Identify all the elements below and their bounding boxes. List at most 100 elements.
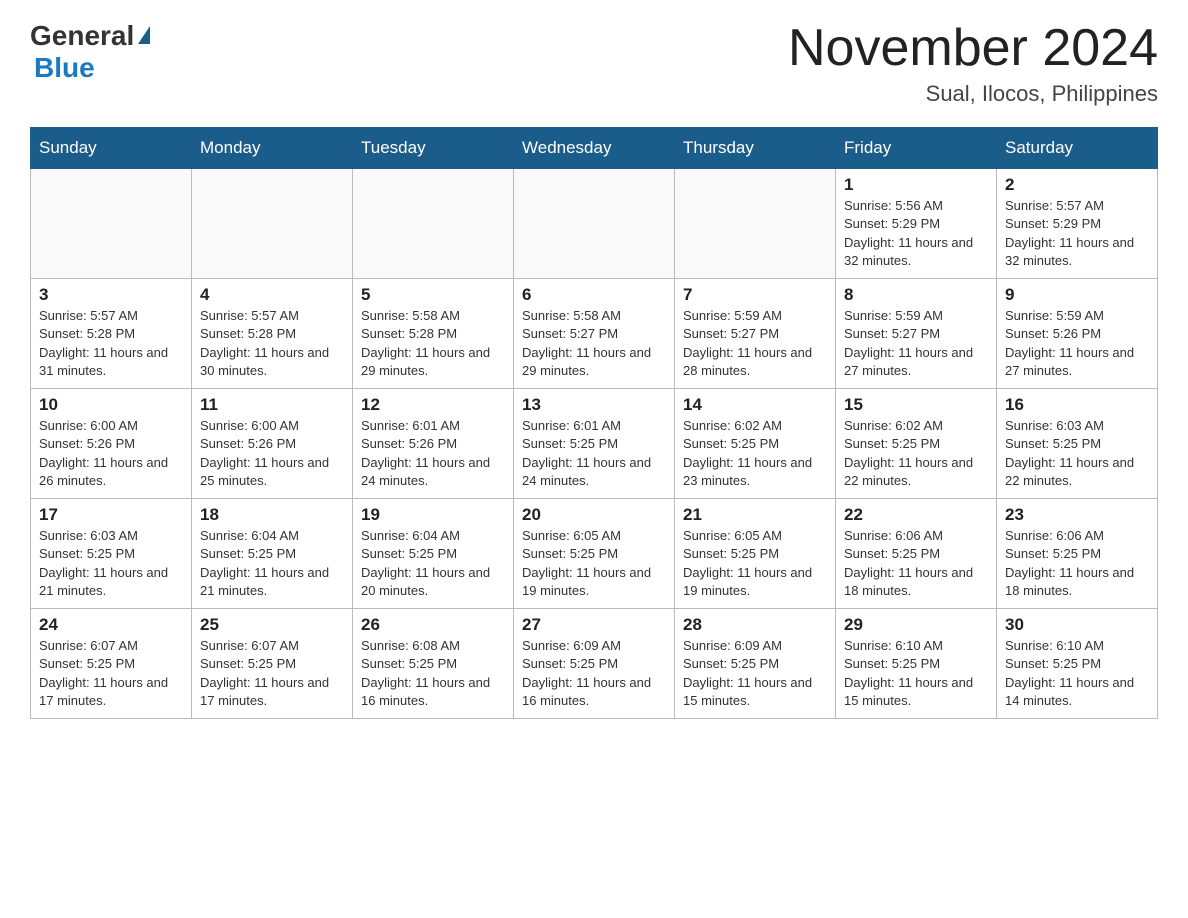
- calendar-cell: 9Sunrise: 5:59 AMSunset: 5:26 PMDaylight…: [997, 279, 1158, 389]
- calendar-cell: 10Sunrise: 6:00 AMSunset: 5:26 PMDayligh…: [31, 389, 192, 499]
- title-section: November 2024 Sual, Ilocos, Philippines: [788, 20, 1158, 107]
- day-info: Sunrise: 5:56 AMSunset: 5:29 PMDaylight:…: [844, 197, 988, 270]
- day-number: 1: [844, 175, 988, 195]
- day-number: 12: [361, 395, 505, 415]
- day-info: Sunrise: 6:02 AMSunset: 5:25 PMDaylight:…: [683, 417, 827, 490]
- day-info: Sunrise: 6:03 AMSunset: 5:25 PMDaylight:…: [39, 527, 183, 600]
- day-number: 8: [844, 285, 988, 305]
- calendar-cell: 7Sunrise: 5:59 AMSunset: 5:27 PMDaylight…: [675, 279, 836, 389]
- day-number: 29: [844, 615, 988, 635]
- calendar-cell: 16Sunrise: 6:03 AMSunset: 5:25 PMDayligh…: [997, 389, 1158, 499]
- day-info: Sunrise: 6:07 AMSunset: 5:25 PMDaylight:…: [200, 637, 344, 710]
- day-number: 19: [361, 505, 505, 525]
- day-info: Sunrise: 6:00 AMSunset: 5:26 PMDaylight:…: [39, 417, 183, 490]
- day-info: Sunrise: 5:59 AMSunset: 5:27 PMDaylight:…: [683, 307, 827, 380]
- day-info: Sunrise: 5:58 AMSunset: 5:28 PMDaylight:…: [361, 307, 505, 380]
- calendar-cell: [675, 169, 836, 279]
- day-info: Sunrise: 6:09 AMSunset: 5:25 PMDaylight:…: [683, 637, 827, 710]
- day-info: Sunrise: 6:05 AMSunset: 5:25 PMDaylight:…: [683, 527, 827, 600]
- calendar-cell: [31, 169, 192, 279]
- calendar-cell: 20Sunrise: 6:05 AMSunset: 5:25 PMDayligh…: [514, 499, 675, 609]
- logo-blue-text: Blue: [34, 52, 95, 84]
- day-header-sunday: Sunday: [31, 128, 192, 169]
- page-header: General Blue November 2024 Sual, Ilocos,…: [30, 20, 1158, 107]
- day-info: Sunrise: 6:07 AMSunset: 5:25 PMDaylight:…: [39, 637, 183, 710]
- calendar-cell: 18Sunrise: 6:04 AMSunset: 5:25 PMDayligh…: [192, 499, 353, 609]
- month-title: November 2024: [788, 20, 1158, 77]
- calendar-cell: 6Sunrise: 5:58 AMSunset: 5:27 PMDaylight…: [514, 279, 675, 389]
- day-number: 11: [200, 395, 344, 415]
- calendar-cell: 4Sunrise: 5:57 AMSunset: 5:28 PMDaylight…: [192, 279, 353, 389]
- day-header-tuesday: Tuesday: [353, 128, 514, 169]
- day-number: 15: [844, 395, 988, 415]
- calendar-cell: 13Sunrise: 6:01 AMSunset: 5:25 PMDayligh…: [514, 389, 675, 499]
- calendar-cell: 24Sunrise: 6:07 AMSunset: 5:25 PMDayligh…: [31, 609, 192, 719]
- calendar-cell: 25Sunrise: 6:07 AMSunset: 5:25 PMDayligh…: [192, 609, 353, 719]
- calendar-table: SundayMondayTuesdayWednesdayThursdayFrid…: [30, 127, 1158, 719]
- calendar-cell: 17Sunrise: 6:03 AMSunset: 5:25 PMDayligh…: [31, 499, 192, 609]
- day-info: Sunrise: 6:01 AMSunset: 5:25 PMDaylight:…: [522, 417, 666, 490]
- day-number: 27: [522, 615, 666, 635]
- logo: General Blue: [30, 20, 150, 84]
- day-info: Sunrise: 5:57 AMSunset: 5:28 PMDaylight:…: [200, 307, 344, 380]
- day-number: 24: [39, 615, 183, 635]
- day-number: 17: [39, 505, 183, 525]
- day-info: Sunrise: 6:10 AMSunset: 5:25 PMDaylight:…: [844, 637, 988, 710]
- day-info: Sunrise: 6:00 AMSunset: 5:26 PMDaylight:…: [200, 417, 344, 490]
- day-number: 2: [1005, 175, 1149, 195]
- day-header-monday: Monday: [192, 128, 353, 169]
- day-number: 21: [683, 505, 827, 525]
- calendar-week-row: 24Sunrise: 6:07 AMSunset: 5:25 PMDayligh…: [31, 609, 1158, 719]
- day-number: 13: [522, 395, 666, 415]
- calendar-week-row: 1Sunrise: 5:56 AMSunset: 5:29 PMDaylight…: [31, 169, 1158, 279]
- day-number: 23: [1005, 505, 1149, 525]
- calendar-week-row: 10Sunrise: 6:00 AMSunset: 5:26 PMDayligh…: [31, 389, 1158, 499]
- calendar-cell: 28Sunrise: 6:09 AMSunset: 5:25 PMDayligh…: [675, 609, 836, 719]
- calendar-cell: 8Sunrise: 5:59 AMSunset: 5:27 PMDaylight…: [836, 279, 997, 389]
- day-info: Sunrise: 6:02 AMSunset: 5:25 PMDaylight:…: [844, 417, 988, 490]
- day-info: Sunrise: 6:09 AMSunset: 5:25 PMDaylight:…: [522, 637, 666, 710]
- calendar-cell: 12Sunrise: 6:01 AMSunset: 5:26 PMDayligh…: [353, 389, 514, 499]
- calendar-cell: 15Sunrise: 6:02 AMSunset: 5:25 PMDayligh…: [836, 389, 997, 499]
- day-number: 28: [683, 615, 827, 635]
- calendar-cell: 26Sunrise: 6:08 AMSunset: 5:25 PMDayligh…: [353, 609, 514, 719]
- location-title: Sual, Ilocos, Philippines: [788, 81, 1158, 107]
- calendar-cell: [514, 169, 675, 279]
- calendar-cell: 29Sunrise: 6:10 AMSunset: 5:25 PMDayligh…: [836, 609, 997, 719]
- day-number: 4: [200, 285, 344, 305]
- calendar-header-row: SundayMondayTuesdayWednesdayThursdayFrid…: [31, 128, 1158, 169]
- day-info: Sunrise: 6:05 AMSunset: 5:25 PMDaylight:…: [522, 527, 666, 600]
- day-info: Sunrise: 6:06 AMSunset: 5:25 PMDaylight:…: [1005, 527, 1149, 600]
- day-info: Sunrise: 5:57 AMSunset: 5:28 PMDaylight:…: [39, 307, 183, 380]
- day-info: Sunrise: 5:57 AMSunset: 5:29 PMDaylight:…: [1005, 197, 1149, 270]
- calendar-cell: 14Sunrise: 6:02 AMSunset: 5:25 PMDayligh…: [675, 389, 836, 499]
- calendar-cell: 30Sunrise: 6:10 AMSunset: 5:25 PMDayligh…: [997, 609, 1158, 719]
- day-number: 10: [39, 395, 183, 415]
- day-info: Sunrise: 6:06 AMSunset: 5:25 PMDaylight:…: [844, 527, 988, 600]
- calendar-cell: 2Sunrise: 5:57 AMSunset: 5:29 PMDaylight…: [997, 169, 1158, 279]
- day-info: Sunrise: 6:04 AMSunset: 5:25 PMDaylight:…: [200, 527, 344, 600]
- calendar-cell: 22Sunrise: 6:06 AMSunset: 5:25 PMDayligh…: [836, 499, 997, 609]
- calendar-cell: 19Sunrise: 6:04 AMSunset: 5:25 PMDayligh…: [353, 499, 514, 609]
- day-number: 20: [522, 505, 666, 525]
- day-info: Sunrise: 6:03 AMSunset: 5:25 PMDaylight:…: [1005, 417, 1149, 490]
- day-info: Sunrise: 6:01 AMSunset: 5:26 PMDaylight:…: [361, 417, 505, 490]
- day-number: 3: [39, 285, 183, 305]
- calendar-cell: 1Sunrise: 5:56 AMSunset: 5:29 PMDaylight…: [836, 169, 997, 279]
- day-header-thursday: Thursday: [675, 128, 836, 169]
- day-number: 14: [683, 395, 827, 415]
- day-number: 16: [1005, 395, 1149, 415]
- calendar-cell: [353, 169, 514, 279]
- day-info: Sunrise: 5:59 AMSunset: 5:27 PMDaylight:…: [844, 307, 988, 380]
- calendar-cell: 21Sunrise: 6:05 AMSunset: 5:25 PMDayligh…: [675, 499, 836, 609]
- day-info: Sunrise: 5:58 AMSunset: 5:27 PMDaylight:…: [522, 307, 666, 380]
- day-info: Sunrise: 6:10 AMSunset: 5:25 PMDaylight:…: [1005, 637, 1149, 710]
- day-number: 30: [1005, 615, 1149, 635]
- calendar-week-row: 17Sunrise: 6:03 AMSunset: 5:25 PMDayligh…: [31, 499, 1158, 609]
- calendar-cell: 11Sunrise: 6:00 AMSunset: 5:26 PMDayligh…: [192, 389, 353, 499]
- day-header-saturday: Saturday: [997, 128, 1158, 169]
- day-number: 7: [683, 285, 827, 305]
- day-number: 5: [361, 285, 505, 305]
- day-header-friday: Friday: [836, 128, 997, 169]
- logo-triangle-icon: [138, 26, 150, 44]
